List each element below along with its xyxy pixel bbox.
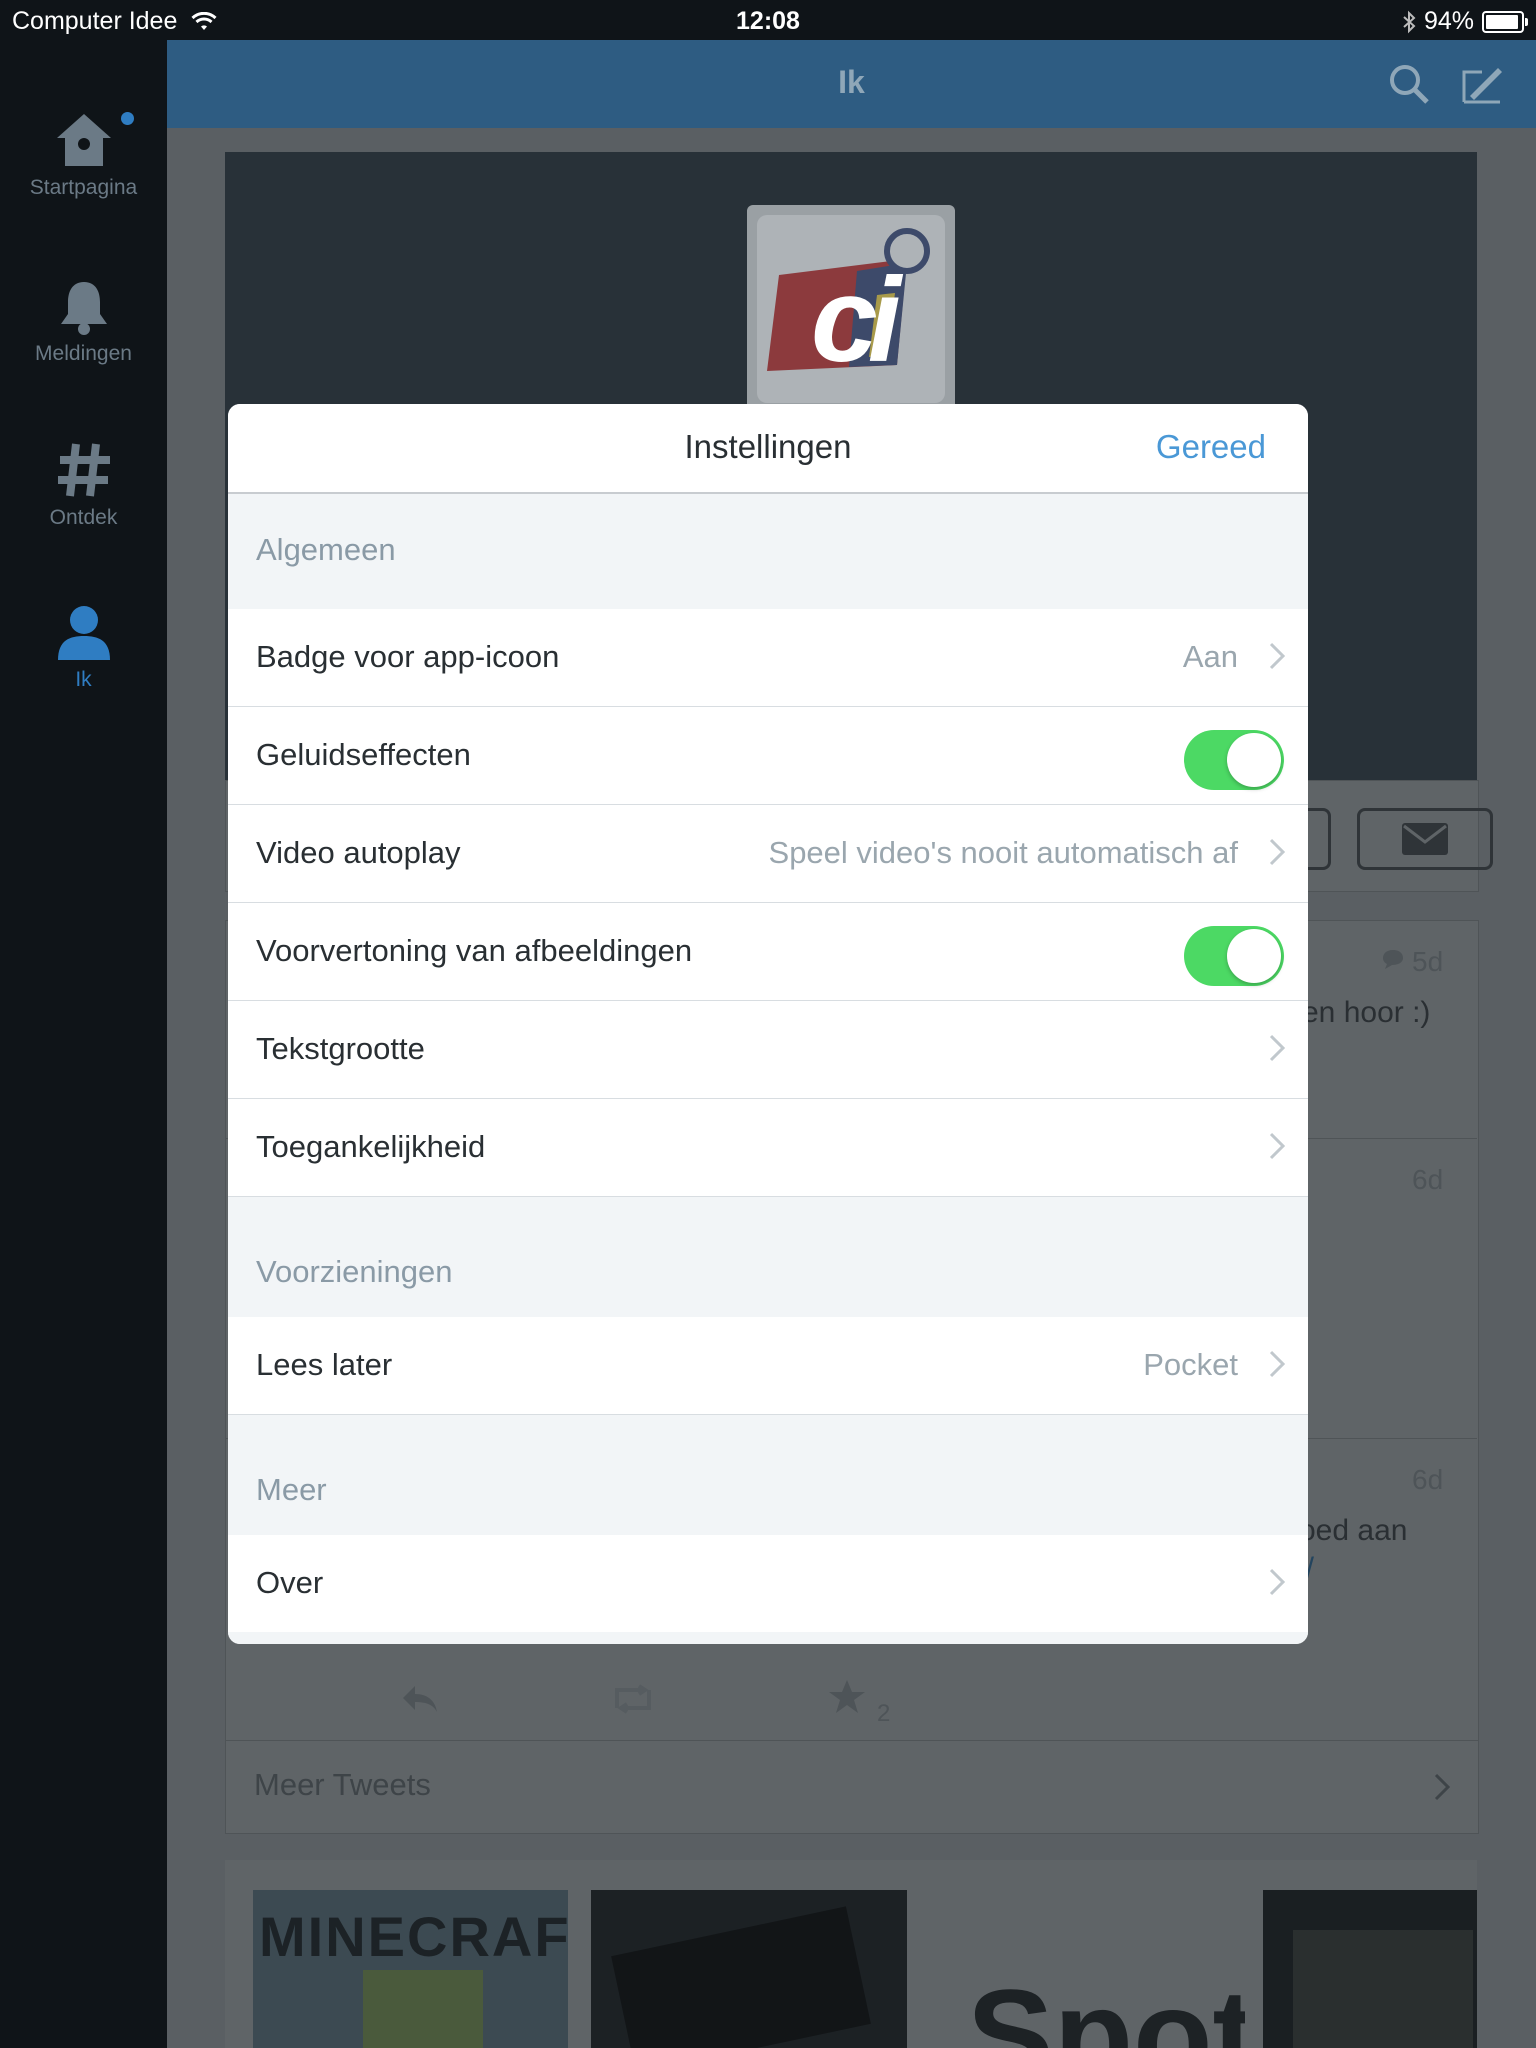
retweet-icon[interactable] bbox=[609, 1682, 657, 1716]
notification-dot bbox=[121, 112, 134, 125]
bluetooth-icon bbox=[1403, 10, 1416, 33]
favorite-icon[interactable] bbox=[827, 1678, 867, 1716]
row-value: Pocket bbox=[1143, 1347, 1238, 1382]
thumbnail-title: Spot bbox=[967, 1962, 1245, 2048]
done-button[interactable]: Gereed bbox=[1156, 428, 1266, 466]
tweet-time: 6d bbox=[1412, 1464, 1444, 1495]
media-gallery: MINECRAFT Spot bbox=[225, 1860, 1477, 2048]
sidebar: Startpagina Meldingen Ontdek Ik bbox=[0, 40, 167, 2048]
row-label: Lees later bbox=[256, 1347, 393, 1382]
row-label: Badge voor app-icoon bbox=[256, 639, 560, 674]
row-value: Speel video's nooit automatisch af bbox=[768, 835, 1238, 870]
person-icon bbox=[57, 606, 110, 660]
chevron-right-icon bbox=[1269, 642, 1286, 670]
media-thumbnail[interactable] bbox=[1263, 1890, 1477, 2048]
chevron-right-icon bbox=[1434, 1773, 1451, 1801]
settings-row-text-size[interactable]: Tekstgrootte bbox=[228, 1001, 1308, 1099]
sidebar-item-label: Ik bbox=[75, 668, 92, 691]
sound-effects-toggle[interactable] bbox=[1184, 730, 1284, 790]
tweet-time: 6d bbox=[1412, 1164, 1444, 1195]
tweet-text: en hoor :) bbox=[1302, 996, 1431, 1029]
row-label: Video autoplay bbox=[256, 835, 461, 870]
modal-header: Instellingen Gereed bbox=[228, 404, 1308, 494]
sidebar-item-me[interactable]: Ik bbox=[0, 602, 167, 692]
chevron-right-icon bbox=[1269, 1568, 1286, 1596]
tweet-time: 5d bbox=[1412, 946, 1444, 977]
image-preview-toggle[interactable] bbox=[1184, 926, 1284, 986]
settings-modal: Instellingen Gereed Algemeen Badge voor … bbox=[228, 404, 1308, 1644]
battery-icon bbox=[1482, 10, 1528, 33]
media-thumbnail[interactable] bbox=[591, 1890, 907, 2048]
sidebar-item-label: Meldingen bbox=[35, 342, 132, 365]
chevron-right-icon bbox=[1269, 1132, 1286, 1160]
reply-icon[interactable] bbox=[399, 1682, 441, 1716]
row-label: Voorvertoning van afbeeldingen bbox=[256, 933, 693, 968]
chevron-right-icon bbox=[1269, 1350, 1286, 1378]
hashtag-icon bbox=[57, 443, 110, 497]
section-header-label: Algemeen bbox=[256, 532, 396, 567]
avatar-logo-text: ci bbox=[810, 253, 901, 387]
modal-title: Instellingen bbox=[684, 428, 852, 465]
sidebar-item-notifications[interactable]: Meldingen bbox=[0, 278, 167, 366]
settings-row-video-autoplay[interactable]: Video autoplay Speel video's nooit autom… bbox=[228, 805, 1308, 903]
settings-row-image-preview: Voorvertoning van afbeeldingen bbox=[228, 903, 1308, 1001]
search-icon[interactable] bbox=[1387, 62, 1431, 106]
more-tweets-row[interactable]: Meer Tweets bbox=[225, 1740, 1479, 1834]
chevron-right-icon bbox=[1269, 1034, 1286, 1062]
clock: 12:08 bbox=[736, 7, 800, 35]
compose-icon[interactable] bbox=[1460, 62, 1506, 106]
tweet-text: oed aan bbox=[1299, 1514, 1408, 1547]
section-header-label: Meer bbox=[256, 1472, 327, 1507]
chevron-right-icon bbox=[1269, 838, 1286, 866]
sidebar-item-discover[interactable]: Ontdek bbox=[0, 440, 167, 530]
section-header-label: Voorzieningen bbox=[256, 1254, 453, 1289]
sidebar-item-home[interactable]: Startpagina bbox=[0, 110, 167, 200]
more-tweets-label: Meer Tweets bbox=[254, 1767, 431, 1802]
message-button[interactable] bbox=[1357, 808, 1493, 870]
settings-row-sound: Geluidseffecten bbox=[228, 707, 1308, 805]
envelope-icon bbox=[1402, 823, 1448, 855]
favorite-count: 2 bbox=[877, 1700, 891, 1727]
media-thumbnail[interactable]: MINECRAFT bbox=[253, 1890, 568, 2048]
battery-percentage: 94% bbox=[1423, 7, 1474, 35]
settings-row-read-later[interactable]: Lees later Pocket bbox=[228, 1317, 1308, 1415]
sidebar-item-label: Ontdek bbox=[49, 506, 118, 529]
bell-icon bbox=[60, 282, 107, 335]
row-label: Over bbox=[256, 1565, 324, 1600]
row-label: Toegankelijkheid bbox=[256, 1129, 486, 1164]
thumbnail-title: MINECRAFT bbox=[259, 1905, 568, 1968]
settings-row-about[interactable]: Over bbox=[228, 1535, 1308, 1632]
sidebar-item-label: Startpagina bbox=[29, 176, 138, 199]
top-bar: Ik bbox=[167, 40, 1536, 128]
settings-row-badge[interactable]: Badge voor app-icoon Aan bbox=[228, 609, 1308, 707]
page-title: Ik bbox=[838, 64, 865, 100]
media-thumbnail[interactable]: Spot bbox=[927, 1890, 1245, 2048]
reply-bubble-icon bbox=[1383, 950, 1403, 969]
avatar: ci bbox=[747, 205, 955, 413]
home-icon bbox=[56, 114, 111, 166]
row-label: Geluidseffecten bbox=[256, 737, 471, 772]
settings-list: Algemeen Badge voor app-icoon Aan Geluid… bbox=[228, 494, 1308, 1644]
status-bar: Computer Idee 12:08 94% bbox=[0, 0, 1536, 40]
row-label: Tekstgrootte bbox=[256, 1031, 425, 1066]
settings-row-accessibility[interactable]: Toegankelijkheid bbox=[228, 1099, 1308, 1197]
row-value: Aan bbox=[1182, 639, 1238, 674]
